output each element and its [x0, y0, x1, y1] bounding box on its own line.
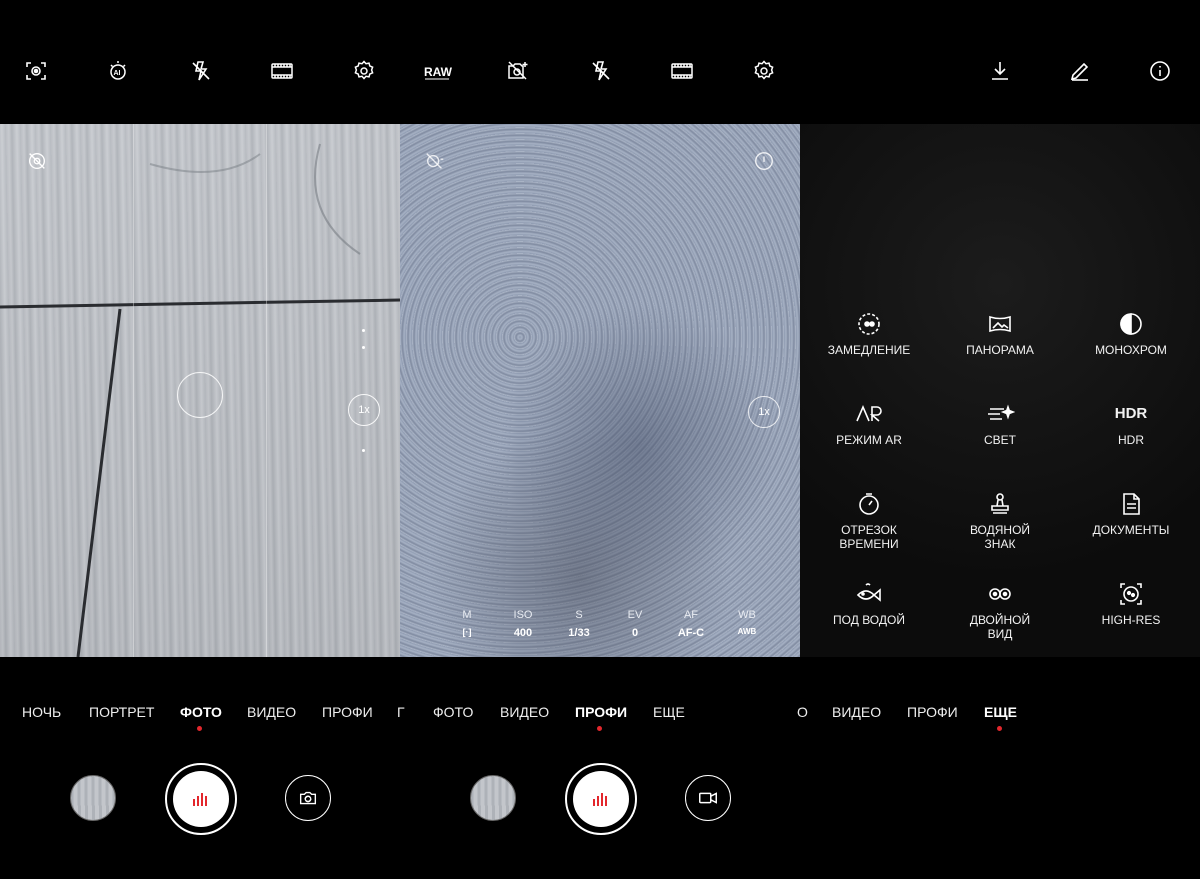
flash-off-icon[interactable]: [186, 56, 216, 86]
aspect-ratio-icon[interactable]: [267, 56, 297, 86]
mode-panorama[interactable]: ПАНОРАМА: [935, 311, 1065, 357]
panorama-icon: [989, 315, 1011, 333]
pro-setting-ev[interactable]: EV 0: [620, 609, 650, 639]
grid-line: [266, 124, 267, 657]
download-icon[interactable]: [985, 56, 1015, 86]
mode-watermark[interactable]: ВОДЯНОЙ ЗНАК: [935, 491, 1065, 551]
light-icon: [988, 404, 1015, 420]
svg-text:AI: AI: [114, 70, 121, 77]
mode-tab-pro[interactable]: ПРОФИ: [322, 704, 373, 720]
pro-setting-iso[interactable]: ISO 400: [508, 609, 538, 639]
switch-camera-icon: [299, 791, 317, 805]
ai-off-icon[interactable]: [420, 146, 450, 176]
settings-icon[interactable]: [349, 56, 379, 86]
active-mode-dot: [997, 726, 1002, 731]
pro-settings-bar: M [·] ISO 400 S 1/33 EV 0 AF AF-C WB AWB: [452, 609, 762, 639]
shutter-button[interactable]: [565, 763, 637, 835]
settings-icon-2[interactable]: [749, 56, 779, 86]
mode-tab-more-partial[interactable]: Г: [397, 704, 405, 720]
viewfinder-photo[interactable]: 1x: [0, 124, 400, 657]
ai-mode-icon[interactable]: AI: [103, 56, 133, 86]
switch-camera-button[interactable]: [285, 775, 331, 821]
metering-icon: [·]: [462, 627, 472, 637]
mode-underwater[interactable]: ПОД ВОДОЙ: [804, 581, 934, 627]
mode-light[interactable]: СВЕТ: [935, 401, 1065, 447]
gallery-thumbnail[interactable]: [470, 775, 516, 821]
zoom-button[interactable]: 1x: [348, 394, 380, 426]
zoom-dot: [362, 346, 365, 349]
mode-ar[interactable]: РЕЖИМ AR: [804, 401, 934, 447]
mode-tab-pro[interactable]: ПРОФИ: [907, 704, 958, 720]
mode-hdr[interactable]: HDR HDR: [1066, 401, 1196, 447]
mode-documents[interactable]: ДОКУМЕНТЫ: [1066, 491, 1196, 537]
pro-setting-wb[interactable]: WB AWB: [732, 609, 762, 639]
watermark-icon: [991, 493, 1009, 514]
shutter-level-icon: [193, 793, 207, 806]
camera-add-icon[interactable]: [503, 56, 533, 86]
gallery-thumbnail[interactable]: [70, 775, 116, 821]
mode-tab-partial[interactable]: О: [797, 704, 808, 720]
pro-setting-mode[interactable]: M [·]: [452, 609, 482, 639]
pro-setting-af[interactable]: AF AF-C: [676, 609, 706, 639]
monochrome-icon: [1120, 313, 1142, 335]
ai-off-icon[interactable]: [22, 146, 52, 176]
high-res-icon: [1120, 583, 1142, 605]
pro-setting-shutter[interactable]: S 1/33: [564, 609, 594, 639]
mode-tab-photo[interactable]: ФОТО: [180, 704, 222, 720]
documents-icon: [1123, 493, 1140, 515]
active-mode-dot: [197, 726, 202, 731]
mode-tab-portrait[interactable]: ПОРТРЕТ: [89, 704, 154, 720]
ar-icon: [856, 404, 882, 422]
edit-icon[interactable]: [1065, 56, 1095, 86]
timelapse-icon: [859, 493, 879, 515]
mode-tab-more[interactable]: ЕЩЕ: [653, 704, 685, 720]
mode-timelapse[interactable]: ОТРЕЗОК ВРЕМЕНИ: [804, 491, 934, 551]
dual-view-icon: [989, 588, 1011, 600]
mode-monochrome[interactable]: МОНОХРОМ: [1066, 311, 1196, 357]
video-camera-icon: [699, 792, 717, 804]
shutter-button[interactable]: [165, 763, 237, 835]
mode-high-res[interactable]: HIGH-RES: [1066, 581, 1196, 627]
mode-tab-photo[interactable]: ФОТО: [433, 704, 473, 720]
viewfinder-pro[interactable]: 1x: [400, 124, 800, 657]
hdr-icon: HDR: [1114, 405, 1148, 422]
mode-dual-view[interactable]: ДВОЙНОЙ ВИД: [935, 581, 1065, 641]
shutter-level-icon: [593, 793, 607, 806]
zoom-dot: [362, 329, 365, 332]
ai-scene-icon[interactable]: [21, 56, 51, 86]
raw-label: RAW: [424, 65, 452, 79]
zoom-dot: [362, 449, 365, 452]
mode-slow-motion[interactable]: ЗАМЕДЛЕНИЕ: [804, 311, 934, 357]
mode-tab-pro[interactable]: ПРОФИ: [575, 704, 627, 720]
slow-motion-icon: [858, 313, 880, 335]
focus-ring: [177, 372, 223, 418]
flash-off-icon-2[interactable]: [586, 56, 616, 86]
aspect-ratio-icon-2[interactable]: [667, 56, 697, 86]
mode-tab-video[interactable]: ВИДЕО: [500, 704, 549, 720]
info-icon[interactable]: [1145, 56, 1175, 86]
mode-tab-video[interactable]: ВИДЕО: [247, 704, 296, 720]
active-mode-dot: [597, 726, 602, 731]
mode-tab-video[interactable]: ВИДЕО: [832, 704, 881, 720]
zoom-button-pro[interactable]: 1x: [748, 396, 780, 428]
histogram-icon[interactable]: [749, 146, 779, 176]
mode-tab-night[interactable]: НОЧЬ: [22, 704, 61, 720]
mode-tab-more[interactable]: ЕЩЕ: [984, 704, 1017, 720]
raw-icon[interactable]: RAW: [421, 56, 453, 86]
grid-line: [133, 124, 134, 657]
video-record-button[interactable]: [685, 775, 731, 821]
more-modes-panel: [800, 124, 1200, 657]
underwater-icon: [856, 583, 881, 602]
